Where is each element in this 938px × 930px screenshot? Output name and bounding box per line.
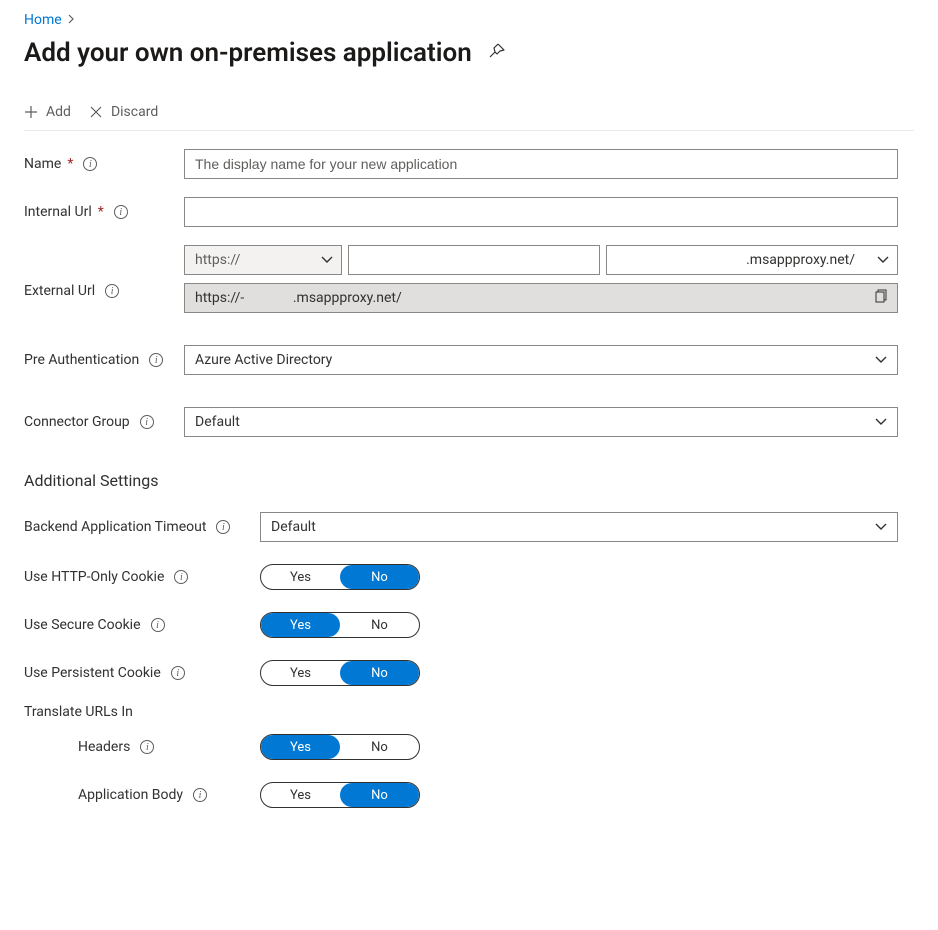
add-button-label: Add xyxy=(46,104,71,120)
external-url-readonly: https://- .msappproxy.net/ xyxy=(184,283,898,313)
external-url-protocol-value: https:// xyxy=(195,252,240,268)
internal-url-input[interactable] xyxy=(184,197,898,227)
connector-value: Default xyxy=(195,414,875,430)
chevron-down-icon xyxy=(877,252,889,268)
command-bar: Add Discard xyxy=(24,96,914,131)
info-icon[interactable]: i xyxy=(83,157,97,171)
timeout-label: Backend Application Timeout xyxy=(24,519,206,535)
external-url-subdomain-input[interactable] xyxy=(348,245,600,275)
secure-cookie-toggle[interactable]: Yes No xyxy=(260,612,420,638)
external-url-protocol-select[interactable]: https:// xyxy=(184,245,342,275)
preauth-value: Azure Active Directory xyxy=(195,352,875,368)
preauth-label: Pre Authentication xyxy=(24,352,139,368)
toggle-no[interactable]: No xyxy=(340,613,419,637)
info-icon[interactable]: i xyxy=(140,415,154,429)
timeout-select[interactable]: Default xyxy=(260,512,898,542)
row-headers: Headers i Yes No xyxy=(24,734,914,760)
headers-toggle[interactable]: Yes No xyxy=(260,734,420,760)
persistent-toggle[interactable]: Yes No xyxy=(260,660,420,686)
name-label: Name xyxy=(24,156,61,172)
required-icon: * xyxy=(98,204,104,220)
http-only-label: Use HTTP-Only Cookie xyxy=(24,569,164,585)
row-connector: Connector Group i Default xyxy=(24,407,914,437)
preauth-select[interactable]: Azure Active Directory xyxy=(184,345,898,375)
name-input[interactable] xyxy=(184,149,898,179)
chevron-right-icon xyxy=(68,12,76,28)
info-icon[interactable]: i xyxy=(105,284,119,298)
chevron-down-icon xyxy=(321,252,333,268)
info-icon[interactable]: i xyxy=(174,570,188,584)
connector-label: Connector Group xyxy=(24,414,130,430)
info-icon[interactable]: i xyxy=(216,520,230,534)
toggle-no[interactable]: No xyxy=(340,735,419,759)
row-preauth: Pre Authentication i Azure Active Direct… xyxy=(24,345,914,375)
required-icon: * xyxy=(67,156,73,172)
copy-icon[interactable] xyxy=(875,289,889,307)
toggle-no[interactable]: No xyxy=(340,661,419,685)
connector-select[interactable]: Default xyxy=(184,407,898,437)
info-icon[interactable]: i xyxy=(149,353,163,367)
body-label: Application Body xyxy=(78,787,183,803)
info-icon[interactable]: i xyxy=(140,740,154,754)
row-internal-url: Internal Url * i xyxy=(24,197,914,227)
internal-url-label: Internal Url xyxy=(24,204,92,220)
chevron-down-icon xyxy=(875,519,887,535)
discard-button-label: Discard xyxy=(111,104,158,120)
chevron-down-icon xyxy=(875,414,887,430)
external-url-label: External Url xyxy=(24,283,95,299)
info-icon[interactable]: i xyxy=(151,618,165,632)
info-icon[interactable]: i xyxy=(114,205,128,219)
body-toggle[interactable]: Yes No xyxy=(260,782,420,808)
chevron-down-icon xyxy=(875,352,887,368)
toggle-yes[interactable]: Yes xyxy=(261,565,340,589)
toggle-no[interactable]: No xyxy=(340,565,419,589)
row-http-only: Use HTTP-Only Cookie i Yes No xyxy=(24,564,914,590)
info-icon[interactable]: i xyxy=(193,788,207,802)
toggle-no[interactable]: No xyxy=(340,783,419,807)
row-body: Application Body i Yes No xyxy=(24,782,914,808)
breadcrumb: Home xyxy=(24,12,914,28)
additional-settings-title: Additional Settings xyxy=(24,471,914,490)
pin-icon[interactable] xyxy=(488,42,506,64)
row-persistent: Use Persistent Cookie i Yes No xyxy=(24,660,914,686)
toggle-yes[interactable]: Yes xyxy=(261,735,340,759)
row-timeout: Backend Application Timeout i Default xyxy=(24,512,914,542)
row-name: Name * i xyxy=(24,149,914,179)
discard-button[interactable]: Discard xyxy=(89,104,158,120)
headers-label: Headers xyxy=(78,739,130,755)
external-url-readonly-value: https://- .msappproxy.net/ xyxy=(195,290,402,306)
info-icon[interactable]: i xyxy=(171,666,185,680)
toggle-yes[interactable]: Yes xyxy=(261,661,340,685)
row-external-url: External Url i https:// .msappproxy.net/… xyxy=(24,245,914,313)
title-row: Add your own on-premises application xyxy=(24,38,914,68)
external-url-domain-value: .msappproxy.net/ xyxy=(617,252,877,268)
persistent-label: Use Persistent Cookie xyxy=(24,665,161,681)
add-button[interactable]: Add xyxy=(24,104,71,120)
translate-urls-label: Translate URLs In xyxy=(24,704,914,720)
breadcrumb-home[interactable]: Home xyxy=(24,12,62,28)
external-url-domain-select[interactable]: .msappproxy.net/ xyxy=(606,245,898,275)
toggle-yes[interactable]: Yes xyxy=(261,783,340,807)
secure-cookie-label: Use Secure Cookie xyxy=(24,617,141,633)
page-title: Add your own on-premises application xyxy=(24,38,472,68)
toggle-yes[interactable]: Yes xyxy=(261,613,340,637)
http-only-toggle[interactable]: Yes No xyxy=(260,564,420,590)
timeout-value: Default xyxy=(271,519,875,535)
row-secure-cookie: Use Secure Cookie i Yes No xyxy=(24,612,914,638)
